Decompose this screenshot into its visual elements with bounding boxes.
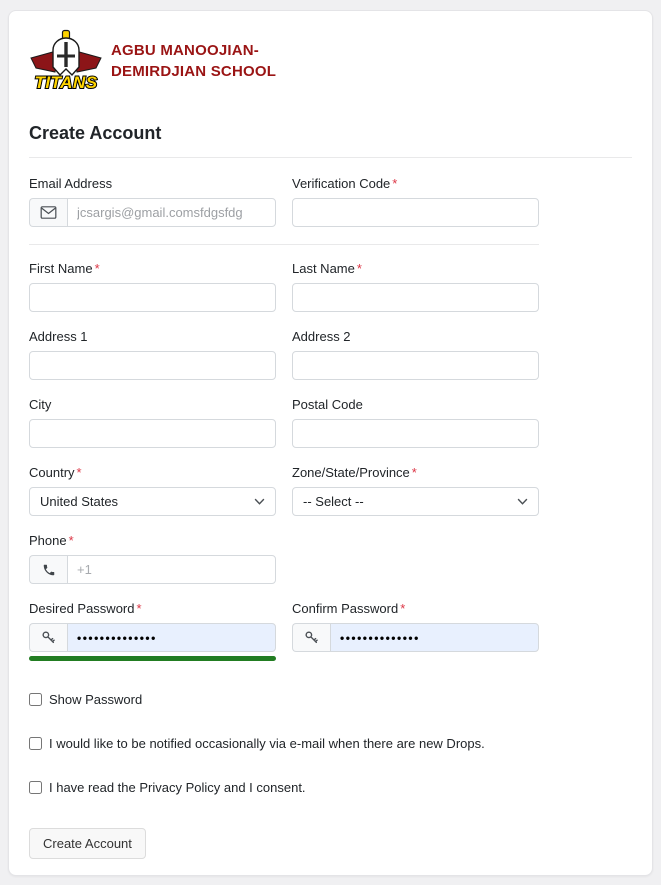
city-label-text: City bbox=[29, 397, 51, 412]
create-account-card: TITANS AGBU MANOOJIAN- DEMIRDJIAN SCHOOL… bbox=[8, 10, 653, 876]
envelope-icon bbox=[40, 206, 57, 219]
privacy-label: I have read the Privacy Policy and I con… bbox=[49, 780, 306, 795]
phone-input[interactable] bbox=[67, 555, 276, 584]
school-name-line1: AGBU MANOOJIAN- bbox=[111, 40, 276, 61]
verification-code-label-text: Verification Code bbox=[292, 176, 390, 191]
notify-checkbox[interactable] bbox=[29, 737, 42, 750]
desired-password-addon bbox=[29, 623, 67, 652]
confirm-password-input[interactable] bbox=[330, 623, 539, 652]
privacy-label-suffix: and I consent. bbox=[220, 780, 305, 795]
key-icon bbox=[41, 630, 56, 645]
zone-selected-value: -- Select -- bbox=[303, 494, 364, 509]
school-name-line2: DEMIRDJIAN SCHOOL bbox=[111, 61, 276, 82]
first-name-input[interactable] bbox=[29, 283, 276, 312]
create-account-form: Email Address Verification Code* bbox=[29, 176, 539, 859]
required-asterisk: * bbox=[412, 465, 417, 480]
phone-label: Phone* bbox=[29, 533, 276, 548]
show-password-label: Show Password bbox=[49, 692, 142, 707]
title-divider bbox=[29, 157, 632, 158]
field-country: Country* United States bbox=[29, 465, 276, 516]
privacy-label-prefix: I have read the bbox=[49, 780, 139, 795]
postal-code-label: Postal Code bbox=[292, 397, 539, 412]
notify-row: I would like to be notified occasionally… bbox=[29, 736, 539, 751]
last-name-input[interactable] bbox=[292, 283, 539, 312]
phone-addon bbox=[29, 555, 67, 584]
chevron-down-icon bbox=[254, 498, 265, 505]
chevron-down-icon bbox=[517, 498, 528, 505]
key-icon bbox=[304, 630, 319, 645]
required-asterisk: * bbox=[392, 176, 397, 191]
create-account-button[interactable]: Create Account bbox=[29, 828, 146, 859]
field-first-name: First Name* bbox=[29, 261, 276, 312]
address2-label-text: Address 2 bbox=[292, 329, 351, 344]
email-label-text: Email Address bbox=[29, 176, 112, 191]
last-name-label-text: Last Name bbox=[292, 261, 355, 276]
field-last-name: Last Name* bbox=[292, 261, 539, 312]
desired-password-label-text: Desired Password bbox=[29, 601, 135, 616]
phone-label-text: Phone bbox=[29, 533, 67, 548]
required-asterisk: * bbox=[400, 601, 405, 616]
address1-label: Address 1 bbox=[29, 329, 276, 344]
first-name-label-text: First Name bbox=[29, 261, 93, 276]
field-address2: Address 2 bbox=[292, 329, 539, 380]
required-asterisk: * bbox=[69, 533, 74, 548]
desired-password-label: Desired Password* bbox=[29, 601, 276, 616]
desired-password-input[interactable] bbox=[67, 623, 276, 652]
address1-input[interactable] bbox=[29, 351, 276, 380]
privacy-checkbox[interactable] bbox=[29, 781, 42, 794]
field-phone: Phone* bbox=[29, 533, 276, 584]
field-desired-password: Desired Password* bbox=[29, 601, 276, 661]
email-input[interactable] bbox=[67, 198, 276, 227]
country-selected-value: United States bbox=[40, 494, 118, 509]
zone-label-text: Zone/State/Province bbox=[292, 465, 410, 480]
confirm-password-addon bbox=[292, 623, 330, 652]
field-city: City bbox=[29, 397, 276, 448]
first-name-label: First Name* bbox=[29, 261, 276, 276]
email-addon bbox=[29, 198, 67, 227]
page-title: Create Account bbox=[29, 123, 632, 144]
address1-label-text: Address 1 bbox=[29, 329, 88, 344]
required-asterisk: * bbox=[137, 601, 142, 616]
confirm-password-label-text: Confirm Password bbox=[292, 601, 398, 616]
postal-code-input[interactable] bbox=[292, 419, 539, 448]
address2-input[interactable] bbox=[292, 351, 539, 380]
field-confirm-password: Confirm Password* bbox=[292, 601, 539, 661]
empty-cell bbox=[292, 533, 539, 601]
field-postal-code: Postal Code bbox=[292, 397, 539, 448]
city-input[interactable] bbox=[29, 419, 276, 448]
confirm-password-label: Confirm Password* bbox=[292, 601, 539, 616]
field-address1: Address 1 bbox=[29, 329, 276, 380]
school-name: AGBU MANOOJIAN- DEMIRDJIAN SCHOOL bbox=[111, 40, 276, 82]
email-label: Email Address bbox=[29, 176, 276, 191]
city-label: City bbox=[29, 397, 276, 412]
phone-icon bbox=[42, 563, 56, 577]
last-name-label: Last Name* bbox=[292, 261, 539, 276]
field-email: Email Address bbox=[29, 176, 276, 227]
password-strength-bar bbox=[29, 656, 276, 661]
show-password-checkbox[interactable] bbox=[29, 693, 42, 706]
field-verification-code: Verification Code* bbox=[292, 176, 539, 227]
zone-select[interactable]: -- Select -- bbox=[292, 487, 539, 516]
country-label-text: Country bbox=[29, 465, 75, 480]
zone-label: Zone/State/Province* bbox=[292, 465, 539, 480]
svg-text:TITANS: TITANS bbox=[34, 73, 97, 92]
privacy-policy-link[interactable]: Privacy Policy bbox=[139, 780, 220, 795]
brand-header: TITANS AGBU MANOOJIAN- DEMIRDJIAN SCHOOL bbox=[29, 29, 632, 93]
address2-label: Address 2 bbox=[292, 329, 539, 344]
required-asterisk: * bbox=[95, 261, 100, 276]
checkbox-section: Show Password I would like to be notifie… bbox=[29, 692, 539, 795]
country-label: Country* bbox=[29, 465, 276, 480]
privacy-row: I have read the Privacy Policy and I con… bbox=[29, 780, 539, 795]
postal-code-label-text: Postal Code bbox=[292, 397, 363, 412]
verification-code-label: Verification Code* bbox=[292, 176, 539, 191]
required-asterisk: * bbox=[77, 465, 82, 480]
required-asterisk: * bbox=[357, 261, 362, 276]
titans-logo-icon: TITANS bbox=[29, 29, 103, 93]
field-zone: Zone/State/Province* -- Select -- bbox=[292, 465, 539, 516]
show-password-row: Show Password bbox=[29, 692, 539, 707]
country-select[interactable]: United States bbox=[29, 487, 276, 516]
section-divider bbox=[29, 244, 539, 245]
verification-code-input[interactable] bbox=[292, 198, 539, 227]
notify-label: I would like to be notified occasionally… bbox=[49, 736, 485, 751]
